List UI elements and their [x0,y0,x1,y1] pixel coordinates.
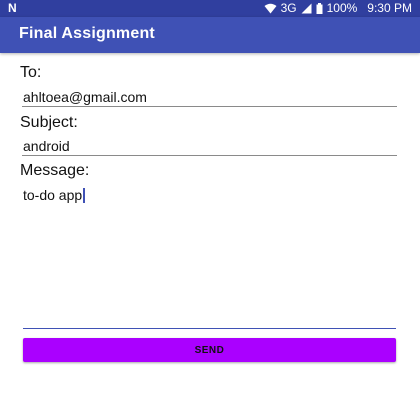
message-text: to-do app [23,187,83,203]
text-cursor [83,188,86,203]
network-type: 3G [280,1,297,15]
to-field[interactable]: ahltoea@gmail.com [22,89,397,107]
send-button[interactable]: SEND [23,338,396,362]
email-screen: N 3G 100% 9:30 PM Final Assignment To: a… [0,0,420,420]
status-bar: N 3G 100% 9:30 PM [0,0,420,17]
n-notification-icon: N [8,1,17,15]
message-label: Message: [20,162,90,179]
subject-label: Subject: [20,114,78,131]
message-underline [23,328,396,329]
battery-level: 100% [326,1,358,15]
clock: 9:30 PM [367,1,412,15]
app-bar: Final Assignment [0,17,420,53]
message-field[interactable]: to-do app [23,187,86,204]
signal-icon [301,3,312,14]
subject-field[interactable]: android [22,138,397,156]
battery-icon [316,2,323,14]
app-title: Final Assignment [19,25,155,42]
wifi-icon [264,3,277,14]
status-icons: 3G 100% 9:30 PM [264,1,412,15]
to-label: To: [20,64,42,81]
